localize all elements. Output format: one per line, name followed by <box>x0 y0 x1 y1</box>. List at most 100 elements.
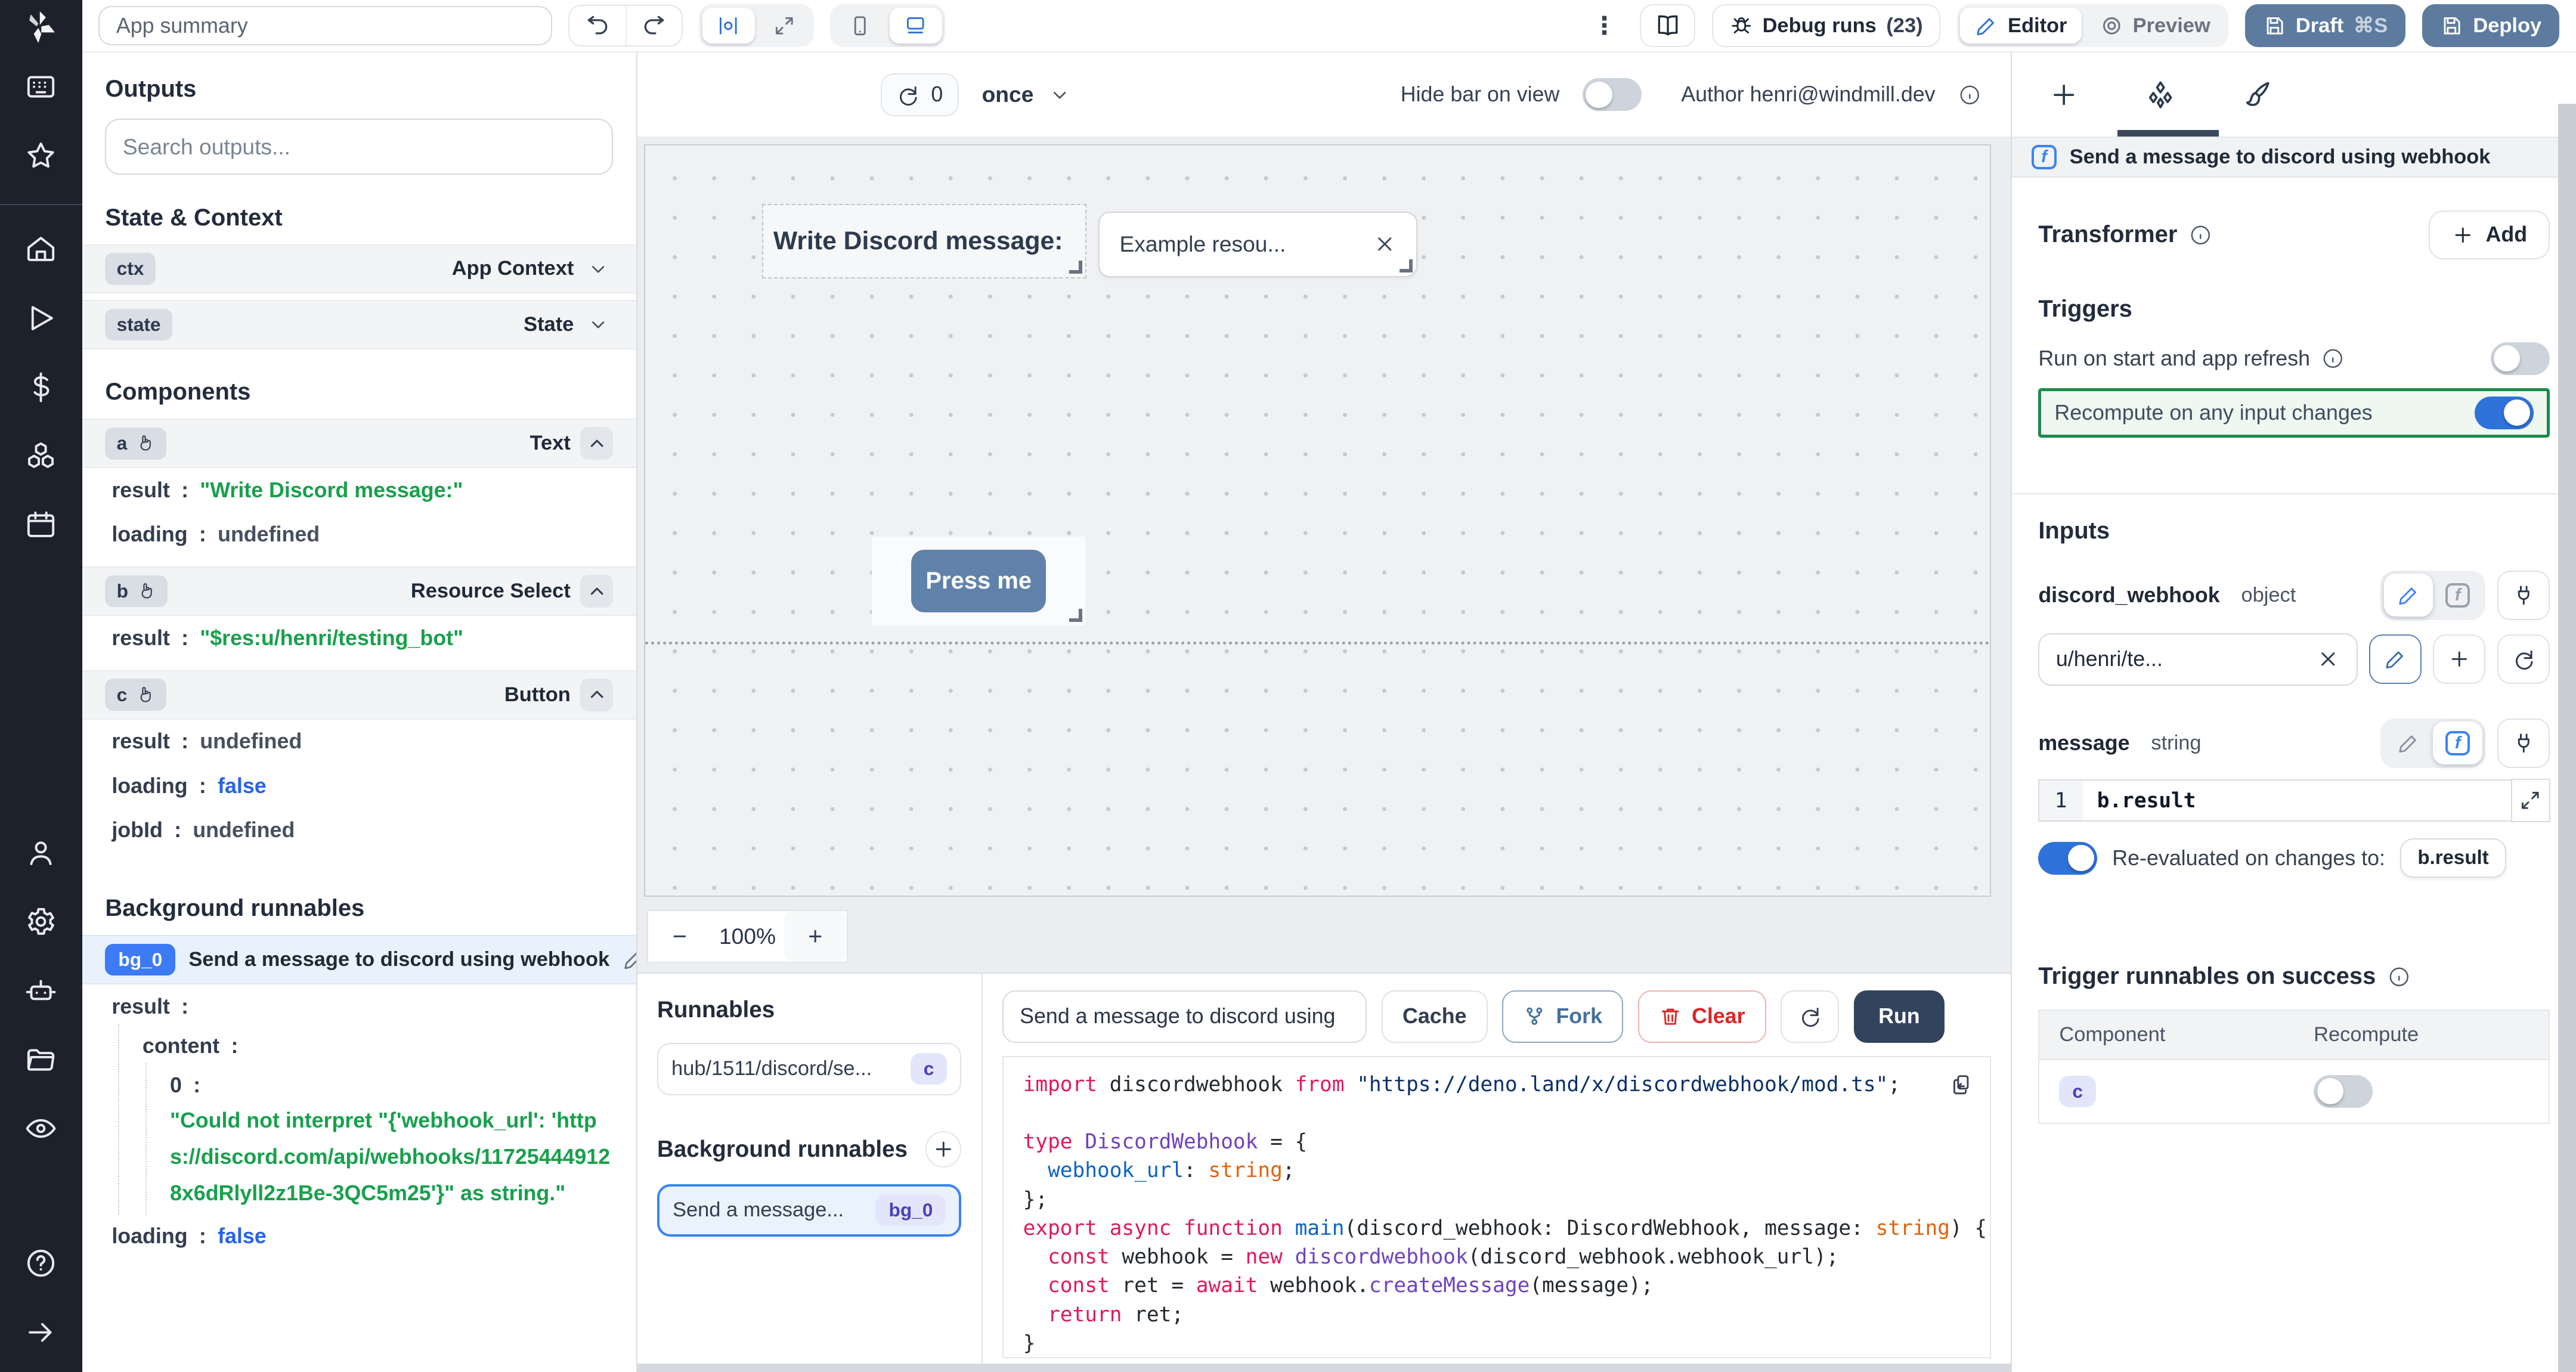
resize-handle[interactable] <box>1400 259 1413 272</box>
message-expression-editor[interactable]: 1 b.result <box>2038 779 2550 822</box>
horizontal-scrollbar[interactable] <box>637 1364 2011 1372</box>
chevron-down-icon[interactable] <box>584 254 614 284</box>
draft-button[interactable]: Draft ⌘S <box>2245 4 2406 47</box>
component-row-a[interactable]: a Text <box>82 419 636 468</box>
tab-styling-brush-icon[interactable] <box>2242 79 2273 110</box>
zoom-in-button[interactable]: + <box>784 911 847 961</box>
chevron-up-icon[interactable] <box>580 427 613 460</box>
refresh-resource-button[interactable] <box>2497 634 2550 684</box>
tab-editor[interactable]: Editor <box>1960 8 2082 44</box>
chevron-down-icon[interactable] <box>584 310 614 340</box>
static-edit-pencil-button[interactable] <box>2384 574 2433 617</box>
bg-runnable-item-selected[interactable]: Send a message... bg_0 <box>657 1184 961 1237</box>
connect-plug-button[interactable] <box>2497 718 2550 768</box>
static-edit-pencil-button[interactable] <box>2384 721 2433 764</box>
ctx-row[interactable]: ctx App Context <box>82 244 636 294</box>
edit-pencil-icon[interactable] <box>623 948 637 971</box>
add-resource-button[interactable] <box>2433 634 2485 684</box>
clear-x-icon[interactable] <box>1373 233 1397 256</box>
vertical-scrollbar[interactable] <box>2558 104 2576 1372</box>
fullscreen-icon[interactable] <box>758 8 810 44</box>
debug-runs-button[interactable]: Debug runs (23) <box>1712 4 1940 47</box>
info-icon[interactable] <box>2321 347 2345 370</box>
favorites-star-icon[interactable] <box>24 140 57 172</box>
app-summary-input[interactable] <box>98 6 552 45</box>
recompute-toggle[interactable] <box>2475 397 2534 429</box>
docs-book-button[interactable] <box>1640 4 1696 47</box>
expand-editor-icon[interactable] <box>2511 779 2550 822</box>
add-transformer-button[interactable]: Add <box>2429 210 2550 260</box>
more-menu-kebab-icon[interactable] <box>1586 11 1623 40</box>
fork-button[interactable]: Fork <box>1502 990 1623 1043</box>
settings-gear-icon[interactable] <box>24 905 57 938</box>
folders-icon[interactable] <box>24 1043 57 1076</box>
bg0-badge: bg_0 <box>105 944 175 976</box>
zoom-out-button[interactable]: − <box>648 911 711 961</box>
schedule-dropdown[interactable]: once <box>982 80 1075 110</box>
runnable-item[interactable]: hub/1511/discord/se... c <box>657 1043 961 1095</box>
add-background-runnable-button[interactable] <box>925 1131 962 1167</box>
connect-plug-button[interactable] <box>2497 571 2550 620</box>
resources-cubes-icon[interactable] <box>24 439 57 472</box>
component-id: c <box>117 684 128 706</box>
redo-button[interactable] <box>626 6 682 45</box>
chevron-up-icon[interactable] <box>580 679 613 711</box>
resource-select-component[interactable]: Example resou... <box>1098 212 1417 277</box>
desktop-view-toggle[interactable] <box>890 8 942 44</box>
search-outputs-input[interactable] <box>105 119 613 175</box>
reeval-target-badge[interactable]: b.result <box>2400 838 2506 878</box>
resource-picker-input[interactable]: u/henri/te... <box>2038 633 2357 686</box>
run-on-start-toggle[interactable] <box>2491 342 2550 375</box>
state-row[interactable]: state State <box>82 300 636 349</box>
refresh-code-button[interactable] <box>1781 990 1839 1043</box>
workspace-icon[interactable] <box>24 70 57 103</box>
edit-resource-pencil-button[interactable] <box>2369 634 2422 684</box>
press-me-button[interactable]: Press me <box>911 550 1046 612</box>
text-component[interactable]: Write Discord message: <box>763 205 1085 277</box>
undo-button[interactable] <box>569 6 626 45</box>
center-align-toggle[interactable] <box>702 8 755 44</box>
windmill-logo[interactable] <box>0 0 82 52</box>
help-question-icon[interactable] <box>24 1247 57 1280</box>
runnable-name-input[interactable] <box>1002 990 1367 1043</box>
tab-components-diamonds-icon[interactable] <box>2145 79 2176 110</box>
copy-code-icon[interactable] <box>1950 1073 1974 1097</box>
run-button[interactable]: Run <box>1854 990 1945 1043</box>
hide-bar-label: Hide bar on view <box>1401 82 1560 107</box>
component-type: Resource Select <box>411 580 571 603</box>
info-icon[interactable] <box>1958 83 1981 107</box>
code-editor[interactable]: import discordwebhook from "https://deno… <box>1002 1056 1992 1359</box>
workers-robot-icon[interactable] <box>24 974 57 1007</box>
hide-bar-toggle[interactable] <box>1583 78 1642 111</box>
info-icon[interactable] <box>2189 224 2212 247</box>
refresh-icon <box>896 83 919 107</box>
clear-x-icon[interactable] <box>2317 648 2340 671</box>
component-row-b[interactable]: b Resource Select <box>82 566 636 616</box>
cache-button[interactable]: Cache <box>1382 990 1488 1043</box>
runs-play-icon[interactable] <box>24 302 57 335</box>
rail-divider <box>0 204 82 205</box>
bg0-row[interactable]: bg_0 Send a message to discord using web… <box>82 935 636 984</box>
component-row-c[interactable]: c Button <box>82 670 636 720</box>
recompute-row-toggle[interactable] <box>2314 1075 2373 1108</box>
audit-eye-icon[interactable] <box>24 1112 57 1145</box>
reeval-toggle[interactable] <box>2038 842 2097 875</box>
info-icon[interactable] <box>2388 965 2411 989</box>
collapse-sidebar-arrow-icon[interactable] <box>24 1316 57 1349</box>
tab-preview[interactable]: Preview <box>2085 8 2225 44</box>
resize-handle[interactable] <box>1069 609 1082 622</box>
clear-button[interactable]: Clear <box>1638 990 1766 1043</box>
home-icon[interactable] <box>24 233 57 265</box>
expr-function-button[interactable]: f <box>2433 574 2482 617</box>
resize-handle[interactable] <box>1069 261 1082 274</box>
refresh-count-button[interactable]: 0 <box>881 73 959 116</box>
users-icon[interactable] <box>24 837 57 869</box>
variables-dollar-icon[interactable] <box>24 371 57 404</box>
tab-add-plus-icon[interactable] <box>2048 79 2079 110</box>
deploy-button[interactable]: Deploy <box>2422 4 2559 47</box>
expr-function-button[interactable]: f <box>2433 721 2482 764</box>
mobile-view-toggle[interactable] <box>834 8 886 44</box>
chevron-up-icon[interactable] <box>580 575 613 608</box>
schedules-calendar-icon[interactable] <box>24 509 57 541</box>
app-canvas[interactable]: Write Discord message: Example resou... … <box>644 144 1991 897</box>
